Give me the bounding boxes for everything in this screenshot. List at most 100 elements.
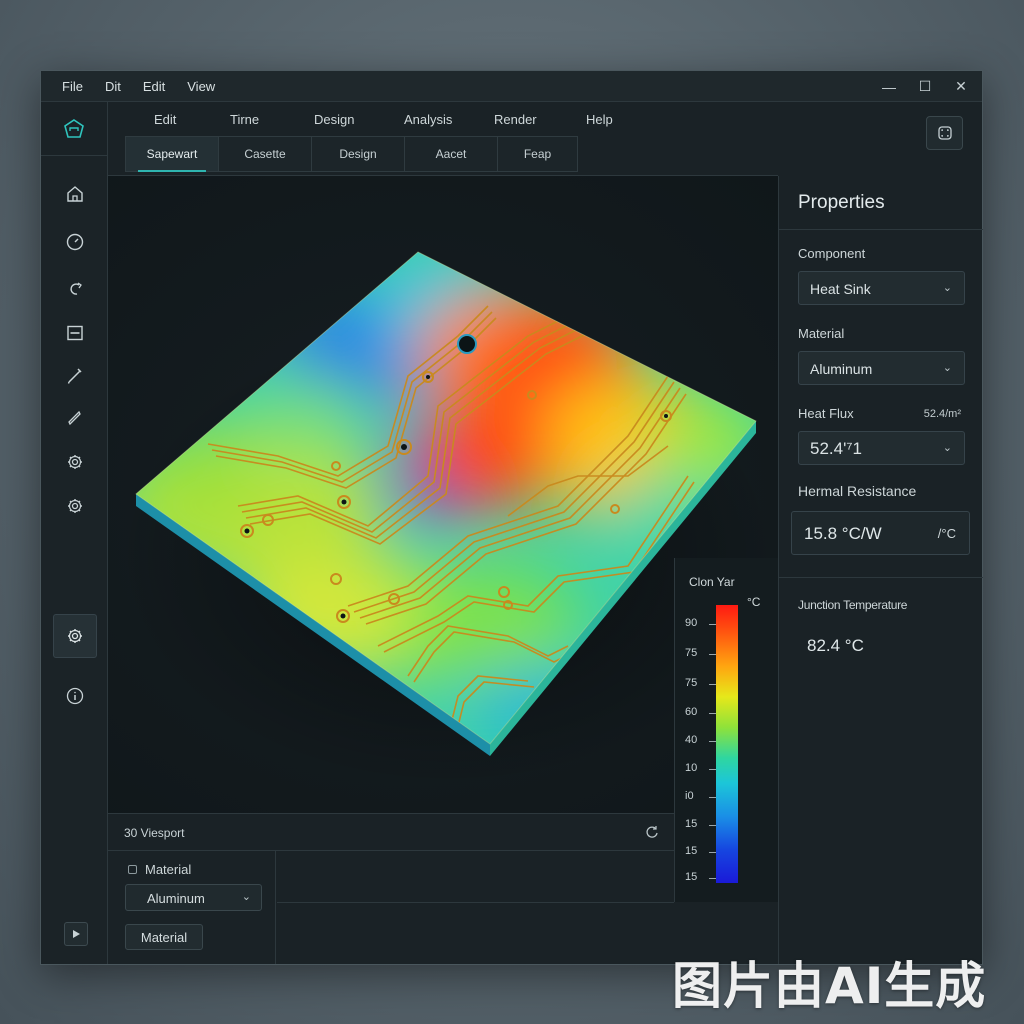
color-bar-tick: 15 <box>685 818 716 830</box>
bottom-panel-divider <box>277 851 674 903</box>
color-bar-tick: 90 <box>685 617 716 629</box>
tab-feap[interactable]: Feap <box>498 137 577 171</box>
divider <box>779 577 983 578</box>
panel-button[interactable] <box>53 311 97 355</box>
chevron-down-icon: ⌄ <box>942 442 952 454</box>
gear-icon <box>68 455 82 469</box>
material-checkbox-label: Material <box>145 862 192 877</box>
heat-flux-input[interactable]: 52.4'⁷1 ⌄ <box>798 431 965 465</box>
color-bar-tick: 75 <box>685 677 716 689</box>
properties-title: Properties <box>798 192 885 213</box>
play-icon <box>73 930 80 938</box>
pencil-icon <box>68 410 81 426</box>
thermal-resistance-field[interactable]: 15.8 °C/W /°C <box>791 511 970 555</box>
material-dropdown[interactable]: Aluminum ⌄ <box>798 351 965 385</box>
settings-button[interactable] <box>53 484 97 528</box>
material-select-value: Aluminum <box>147 891 205 906</box>
color-bar-tick: 60 <box>685 706 716 718</box>
pen-icon <box>67 368 82 384</box>
color-bar-tick: 40 <box>685 734 716 746</box>
app-logo[interactable] <box>41 102 108 156</box>
heat-flux-unit: 52.4/m² <box>923 408 961 420</box>
main-menu-edit[interactable]: Edit <box>154 112 176 127</box>
main-menu-render[interactable]: Render <box>494 112 537 127</box>
title-bar: File Dit Edit View — ☐ ✕ <box>41 71 982 102</box>
material-select[interactable]: Aluminum ⌄ <box>125 884 262 911</box>
material-checkbox[interactable] <box>128 865 137 874</box>
main-menu-analysis[interactable]: Analysis <box>404 112 452 127</box>
close-button[interactable]: ✕ <box>954 78 968 95</box>
fullscreen-icon <box>937 126 952 140</box>
material-label: Material <box>798 326 845 341</box>
chevron-down-icon: ⌄ <box>241 891 251 903</box>
chevron-down-icon: ⌄ <box>942 362 952 374</box>
thermal-resistance-unit: /°C <box>937 526 956 541</box>
maximize-button[interactable]: ☐ <box>918 78 932 95</box>
thermal-resistance-label: Hermal Resistance <box>798 483 917 499</box>
color-bar-tick: 10 <box>685 762 716 774</box>
tab-aacet[interactable]: Aacet <box>405 137 498 171</box>
color-bar-panel: Clon Yar °C 90 75 75 60 40 10 i0 15 15 1… <box>674 558 778 902</box>
gauge-icon <box>66 233 84 251</box>
settings-icon <box>68 499 82 513</box>
minimize-button[interactable]: — <box>882 79 896 95</box>
color-bar-tick: 75 <box>685 647 716 659</box>
simulation-settings-button[interactable] <box>53 614 97 658</box>
fullscreen-button[interactable] <box>926 116 963 150</box>
material-dropdown-value: Aluminum <box>810 361 873 377</box>
color-bar-tick: i0 <box>685 790 716 802</box>
tab-design[interactable]: Design <box>312 137 405 171</box>
material-panel: Material Aluminum ⌄ Material <box>108 851 276 964</box>
thermal-resistance-value: 15.8 °C/W <box>804 524 882 543</box>
active-settings-icon <box>68 629 82 643</box>
color-bar-title: Clon Yar <box>689 575 735 589</box>
viewport-footer: 30 Viesport <box>108 813 674 851</box>
hook-button[interactable] <box>53 268 97 312</box>
menu-view[interactable]: View <box>187 79 215 94</box>
material-button[interactable]: Material <box>125 924 203 950</box>
menu-file[interactable]: File <box>62 79 83 94</box>
viewport-label: 30 Viesport <box>124 826 185 840</box>
menu-dit[interactable]: Dit <box>105 79 121 94</box>
tab-sapewart[interactable]: Sapewart <box>126 137 219 172</box>
home-button[interactable] <box>53 172 97 216</box>
color-bar-gradient <box>716 605 738 883</box>
info-button[interactable] <box>53 674 97 718</box>
refresh-icon <box>646 826 658 838</box>
chevron-down-icon: ⌄ <box>942 282 952 294</box>
gear-button[interactable] <box>53 440 97 484</box>
info-icon <box>66 687 84 705</box>
color-bar-unit: °C <box>747 595 761 609</box>
junction-temperature-label: Junction Temperature <box>798 598 908 612</box>
left-toolbar <box>41 156 108 964</box>
window-controls: — ☐ ✕ <box>882 71 968 102</box>
main-menu: Edit Tirne Design Analysis Render Help <box>108 102 982 136</box>
heat-flux-value: 52.4'⁷1 <box>810 439 862 458</box>
play-button[interactable] <box>64 922 88 946</box>
home-icon <box>67 186 83 202</box>
gauge-button[interactable] <box>53 220 97 264</box>
component-label: Component <box>798 246 866 261</box>
main-menu-time[interactable]: Tirne <box>230 112 259 127</box>
properties-header: Properties <box>779 176 983 230</box>
window-menu: File Dit Edit View <box>41 79 237 94</box>
panel-icon <box>67 325 83 341</box>
color-bar-tick: 15 <box>685 845 716 857</box>
pencil-tool-button[interactable] <box>53 396 97 440</box>
ai-generated-watermark: 图片由AI生成 <box>672 957 987 1015</box>
main-menu-help[interactable]: Help <box>586 112 613 127</box>
menu-edit[interactable]: Edit <box>143 79 165 94</box>
junction-temperature-value: 82.4 °C <box>807 636 864 655</box>
tab-casette[interactable]: Casette <box>219 137 312 171</box>
main-menu-design[interactable]: Design <box>314 112 354 127</box>
app-window: File Dit Edit View — ☐ ✕ Edit Tirne Desi… <box>40 70 983 965</box>
component-select[interactable]: Heat Sink ⌄ <box>798 271 965 305</box>
heat-flux-label: Heat Flux <box>798 406 854 421</box>
properties-panel: Properties Component Heat Sink ⌄ Materia… <box>778 176 983 964</box>
viewport-refresh-button[interactable] <box>644 824 660 840</box>
tab-bar: Sapewart Casette Design Aacet Feap <box>125 136 578 172</box>
color-bar-tick: 15 <box>685 871 716 883</box>
component-select-value: Heat Sink <box>810 281 871 297</box>
pen-tool-button[interactable] <box>53 354 97 398</box>
app-logo-icon <box>64 118 84 138</box>
